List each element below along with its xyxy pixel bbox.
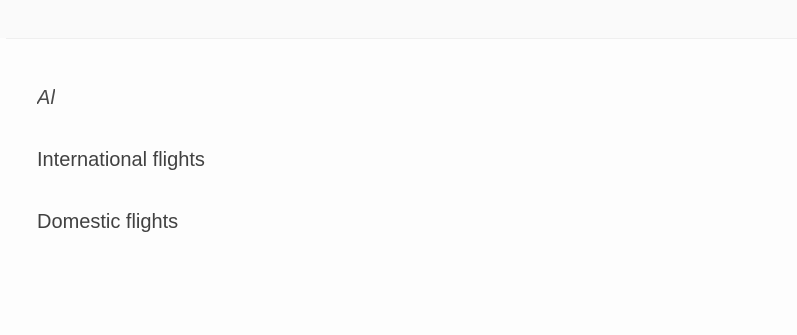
flight-type-menu: Al International flights Domestic flight… [0, 67, 797, 253]
menu-item-label: International flights [37, 149, 205, 171]
menu-item-all[interactable]: Al [0, 67, 797, 129]
menu-item-label: Domestic flights [37, 211, 179, 233]
menu-item-label: Al [37, 87, 56, 109]
menu-item-international-flights[interactable]: International flights [0, 129, 797, 191]
top-divider [6, 38, 797, 39]
menu-item-domestic-flights[interactable]: Domestic flights [0, 191, 797, 253]
top-bar [0, 0, 797, 38]
